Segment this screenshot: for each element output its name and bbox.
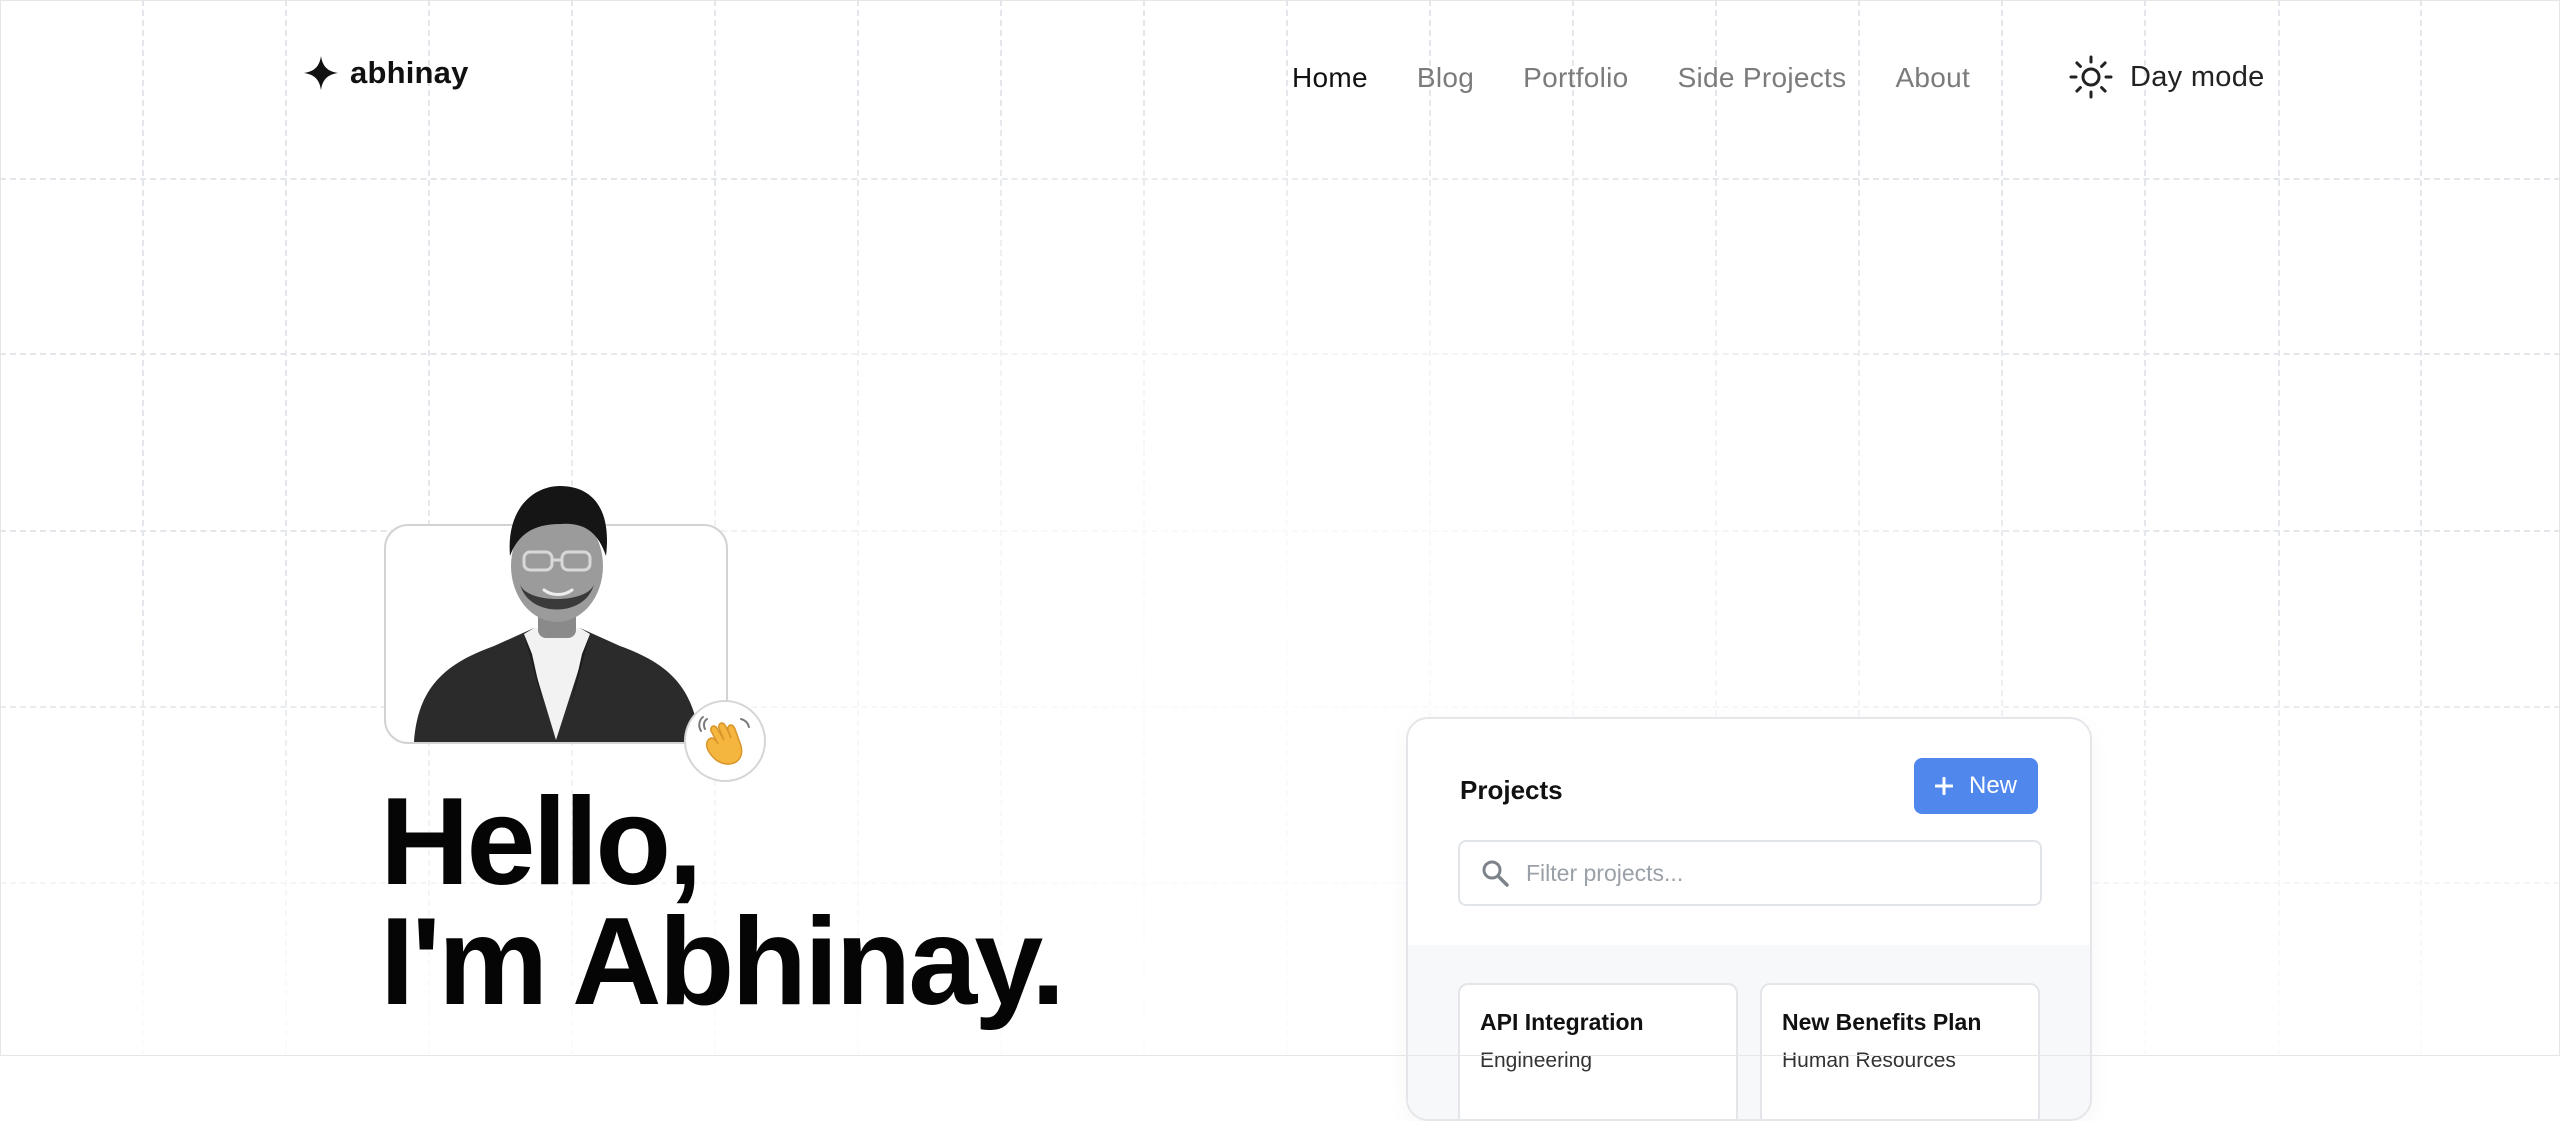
search-icon bbox=[1482, 860, 1509, 887]
project-department: Engineering bbox=[1480, 1049, 1593, 1072]
theme-toggle-label: Day mode bbox=[2130, 60, 2265, 93]
main-nav: Home Blog Portfolio Side Projects About bbox=[1292, 58, 2019, 98]
site-logo-text: abhinay bbox=[350, 55, 469, 90]
greeting-line-2: I'm Abhinay. bbox=[380, 893, 1065, 1031]
nav-item-home[interactable]: Home bbox=[1292, 62, 1368, 94]
theme-toggle-button[interactable]: Day mode bbox=[2068, 52, 2265, 102]
avatar bbox=[384, 478, 728, 742]
project-card[interactable]: New Benefits Plan Human Resources bbox=[1760, 983, 2040, 1119]
new-project-button[interactable]: New bbox=[1914, 758, 2038, 814]
project-name: API Integration bbox=[1480, 1009, 1644, 1035]
waving-hand-icon bbox=[698, 716, 750, 765]
filter-projects-field[interactable] bbox=[1458, 840, 2042, 906]
projects-card-title: Projects bbox=[1460, 775, 1563, 805]
projects-card: Projects New API Integration Engineering… bbox=[1406, 717, 2092, 1121]
site-header: abhinay Home Blog Portfolio Side Project… bbox=[0, 0, 2560, 178]
wave-badge bbox=[684, 700, 766, 782]
project-name: New Benefits Plan bbox=[1782, 1009, 1982, 1035]
portrait-illustration bbox=[414, 486, 700, 742]
nav-item-portfolio[interactable]: Portfolio bbox=[1523, 62, 1628, 94]
sun-icon bbox=[2069, 55, 2113, 99]
projects-list: API Integration Engineering New Benefits… bbox=[1408, 945, 2090, 1119]
project-department: Human Resources bbox=[1782, 1049, 1956, 1072]
hero-greeting: Hello, I'm Abhinay. bbox=[380, 773, 1065, 1031]
site-logo-link[interactable]: abhinay bbox=[302, 54, 469, 92]
nav-item-blog[interactable]: Blog bbox=[1417, 62, 1474, 94]
new-project-button-label: New bbox=[1968, 772, 2017, 799]
plus-icon bbox=[1934, 777, 1953, 795]
nav-item-side-projects[interactable]: Side Projects bbox=[1678, 62, 1847, 94]
greeting-line-1: Hello, bbox=[380, 773, 703, 911]
nav-item-about[interactable]: About bbox=[1895, 62, 1970, 94]
project-card[interactable]: API Integration Engineering bbox=[1458, 983, 1738, 1119]
sparkle-icon bbox=[303, 55, 339, 91]
filter-projects-input[interactable] bbox=[1524, 858, 2028, 888]
